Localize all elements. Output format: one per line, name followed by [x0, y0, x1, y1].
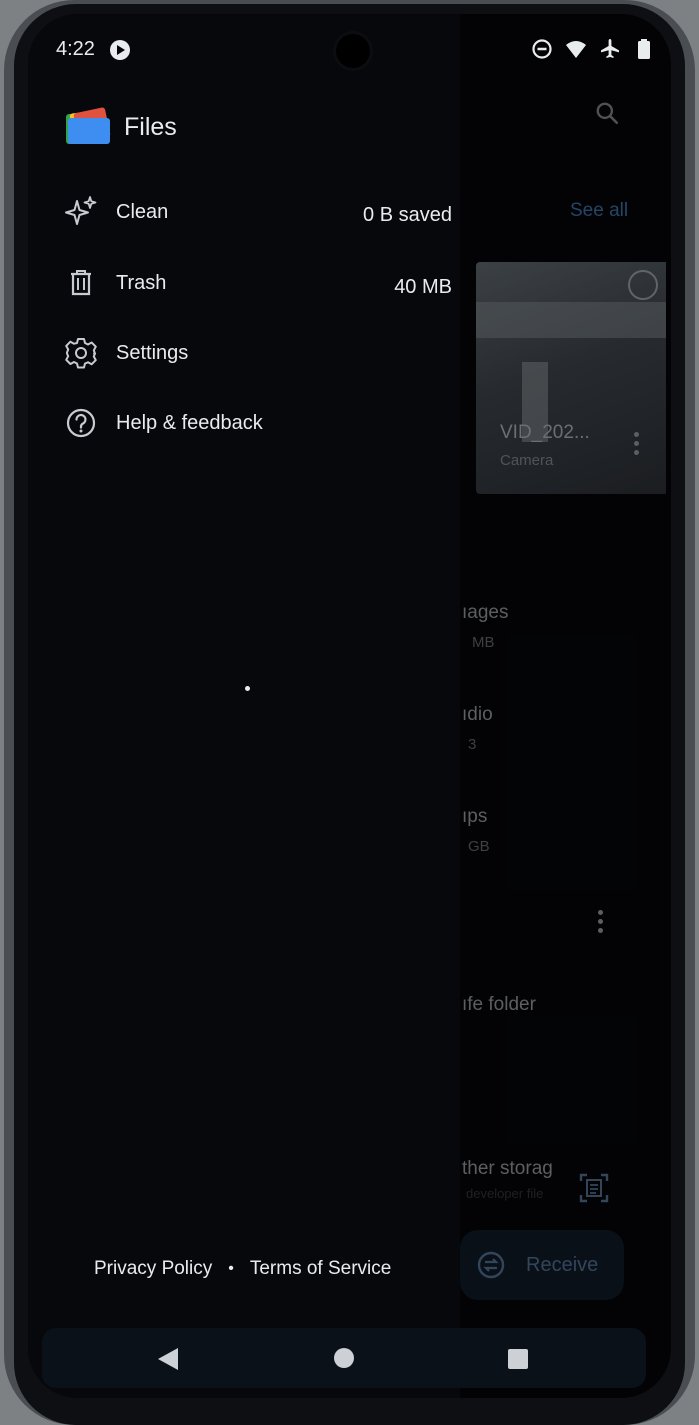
drawer-item-settings[interactable]: Settings [56, 325, 452, 381]
drawer-item-clean-label: Clean [116, 200, 169, 223]
privacy-policy-link[interactable]: Privacy Policy [94, 1258, 212, 1280]
terms-of-service-link[interactable]: Terms of Service [250, 1258, 391, 1280]
battery-icon [638, 39, 650, 59]
navigation-drawer: Files Clean 0 B saved Trash 40 MB Settin… [28, 14, 460, 1398]
airplane-icon [601, 39, 619, 58]
system-navigation-bar [42, 1328, 646, 1388]
clean-saved-value: 0 B saved [363, 204, 452, 226]
trash-size-value: 40 MB [394, 276, 452, 298]
app-title: Files [124, 112, 177, 141]
do-not-disturb-icon [532, 39, 552, 59]
back-icon[interactable] [158, 1348, 178, 1370]
drawer-item-help-label: Help & feedback [116, 411, 263, 434]
home-icon[interactable] [334, 1348, 354, 1368]
camera-cutout [336, 34, 370, 68]
sparkle-icon [64, 195, 98, 229]
drawer-item-help-feedback[interactable]: Help & feedback [56, 395, 452, 451]
drawer-item-trash-label: Trash [116, 271, 167, 294]
recents-icon[interactable] [508, 1349, 528, 1369]
files-logo-icon [66, 107, 111, 144]
drawer-footer: Privacy Policy • Terms of Service [94, 1258, 391, 1280]
gear-icon [64, 336, 98, 370]
media-badge-icon [110, 40, 130, 60]
screen: See all VID_202... Camera ıages MB ıdio … [28, 14, 671, 1398]
drawer-header: Files [66, 107, 177, 144]
drawer-item-clean[interactable]: Clean 0 B saved [56, 184, 452, 240]
status-icons [531, 38, 655, 60]
drawer-item-trash[interactable]: Trash 40 MB [56, 255, 452, 311]
status-time: 4:22 [56, 38, 95, 60]
drawer-item-settings-label: Settings [116, 341, 189, 364]
loading-indicator [245, 686, 250, 691]
help-icon [64, 406, 98, 440]
wifi-icon [566, 41, 586, 58]
footer-separator: • [228, 1260, 234, 1277]
trash-icon [64, 266, 98, 300]
